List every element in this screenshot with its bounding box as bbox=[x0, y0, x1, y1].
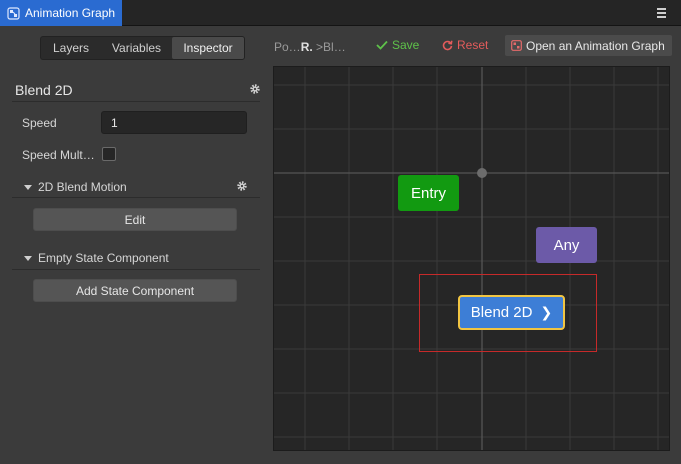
chevron-right-icon[interactable]: ❯ bbox=[540, 304, 552, 321]
check-icon bbox=[376, 40, 388, 50]
panel-tab-label: Animation Graph bbox=[25, 6, 116, 20]
breadcrumb: Po…R. >Bl… bbox=[274, 40, 346, 54]
breadcrumb-item[interactable]: Bl… bbox=[323, 40, 346, 54]
speed-label: Speed bbox=[22, 116, 57, 130]
animation-graph-icon bbox=[511, 40, 522, 51]
blend-motion-header[interactable]: 2D Blend Motion bbox=[24, 180, 127, 194]
breadcrumb-item[interactable]: Po… bbox=[274, 40, 301, 54]
caret-down-icon bbox=[24, 255, 32, 261]
speed-multiplier-label: Speed Mult… bbox=[22, 148, 95, 162]
node-blend-2d-label: Blend 2D bbox=[470, 304, 533, 321]
add-state-component-button[interactable]: Add State Component bbox=[33, 279, 237, 302]
graph-toolbar: Po…R. >Bl… Save Reset Open an Animation … bbox=[262, 26, 681, 66]
speed-input[interactable] bbox=[101, 111, 247, 134]
save-label: Save bbox=[392, 38, 420, 52]
speed-multiplier-checkbox[interactable] bbox=[102, 147, 116, 161]
animation-graph-panel: Layers Variables Inspector Blend 2D Spee… bbox=[0, 26, 681, 464]
state-component-title: Empty State Component bbox=[38, 251, 169, 265]
gear-icon[interactable] bbox=[236, 180, 248, 192]
state-component-header[interactable]: Empty State Component bbox=[24, 251, 169, 265]
reset-icon bbox=[442, 40, 453, 50]
reset-button[interactable]: Reset bbox=[442, 38, 488, 52]
hamburger-menu-icon[interactable] bbox=[657, 6, 669, 20]
breadcrumb-separator: > bbox=[316, 40, 324, 54]
open-animation-graph-button[interactable]: Open an Animation Graph bbox=[505, 35, 672, 56]
tab-layers[interactable]: Layers bbox=[41, 37, 101, 59]
tab-inspector[interactable]: Inspector bbox=[172, 37, 244, 59]
title-bar: Animation Graph bbox=[0, 0, 681, 26]
gear-icon[interactable] bbox=[249, 83, 261, 95]
save-button[interactable]: Save bbox=[376, 38, 419, 52]
graph-canvas[interactable]: Entry Any Blend 2D ❯ bbox=[273, 66, 670, 451]
open-animation-graph-label: Open an Animation Graph bbox=[526, 38, 665, 53]
inspector-panel: Layers Variables Inspector Blend 2D Spee… bbox=[0, 26, 262, 464]
divider bbox=[12, 269, 260, 270]
divider bbox=[12, 197, 260, 198]
node-any[interactable]: Any bbox=[536, 227, 597, 263]
graph-grid bbox=[274, 67, 669, 450]
breadcrumb-item[interactable]: R. bbox=[301, 40, 313, 54]
divider bbox=[12, 101, 260, 102]
view-switcher: Layers Variables Inspector bbox=[40, 36, 245, 60]
reset-label: Reset bbox=[457, 38, 489, 52]
blend-motion-title: 2D Blend Motion bbox=[38, 180, 127, 194]
edit-button[interactable]: Edit bbox=[33, 208, 237, 231]
animation-graph-icon bbox=[7, 6, 20, 20]
panel-tab[interactable]: Animation Graph bbox=[0, 0, 122, 26]
caret-down-icon bbox=[24, 184, 32, 190]
tab-variables[interactable]: Variables bbox=[101, 37, 172, 59]
node-entry[interactable]: Entry bbox=[398, 175, 459, 211]
node-blend-2d[interactable]: Blend 2D ❯ bbox=[458, 295, 565, 330]
graph-origin-marker bbox=[477, 168, 487, 178]
state-title: Blend 2D bbox=[15, 82, 73, 98]
